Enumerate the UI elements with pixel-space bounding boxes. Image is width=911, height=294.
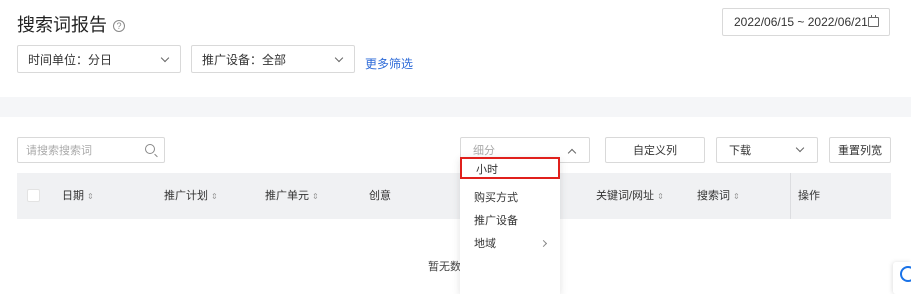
column-divider (790, 173, 791, 219)
customer-service-widget[interactable] (893, 262, 911, 294)
chevron-up-icon (567, 148, 577, 158)
custom-columns-button[interactable]: 自定义列 (605, 137, 705, 163)
menu-item-hour[interactable]: 小时 (460, 157, 560, 179)
column-header-date[interactable]: 日期 ⇕ (62, 173, 94, 219)
download-label: 下载 (729, 145, 751, 157)
segment-select-label: 细分 (473, 145, 495, 157)
search-placeholder: 请搜索搜索词 (26, 145, 92, 157)
time-unit-select[interactable]: 时间单位：分日 (17, 45, 181, 73)
column-header-actions: 操作 (798, 190, 820, 202)
reset-width-button[interactable]: 重置列宽 (829, 137, 891, 163)
sort-icon[interactable]: ⇕ (211, 192, 218, 201)
page-title: 搜索词报告 ? (17, 11, 125, 37)
sort-icon[interactable]: ⇕ (87, 192, 94, 201)
chevron-down-icon (334, 53, 344, 63)
column-header-plan[interactable]: 推广计划 ⇕ (164, 173, 218, 219)
section-divider-band (0, 97, 911, 117)
chevron-down-icon (160, 53, 170, 63)
date-range-picker[interactable]: 2022/06/15 ~ 2022/06/21 (722, 8, 890, 36)
menu-item-purchase-method[interactable]: 购买方式 (460, 187, 560, 209)
menu-item-region[interactable]: 地域 (460, 233, 560, 255)
date-range-value: 2022/06/15 ~ 2022/06/21 (734, 15, 868, 29)
device-select[interactable]: 推广设备：全部 (191, 45, 355, 73)
reset-width-label: 重置列宽 (838, 145, 882, 157)
more-filters-link[interactable]: 更多筛选 (365, 55, 413, 72)
table-header: 日期 ⇕ 推广计划 ⇕ 推广单元 ⇕ 创意 关键词/网址 ⇕ 搜索词 ⇕ 操作 (17, 173, 891, 219)
chevron-down-icon (795, 143, 805, 153)
device-select-value: 推广设备：全部 (202, 52, 287, 67)
column-header-search-term[interactable]: 搜索词 ⇕ (697, 173, 740, 219)
calendar-icon (868, 15, 879, 27)
column-header-unit[interactable]: 推广单元 ⇕ (265, 173, 319, 219)
download-button[interactable]: 下载 (716, 137, 818, 163)
chevron-right-icon (539, 239, 548, 248)
custom-columns-label: 自定义列 (633, 145, 677, 157)
help-icon[interactable]: ? (113, 19, 125, 32)
page-title-text: 搜索词报告 (17, 15, 107, 35)
select-all-checkbox[interactable] (27, 189, 40, 202)
time-unit-select-value: 时间单位：分日 (28, 52, 113, 67)
menu-item-device[interactable]: 推广设备 (460, 210, 560, 232)
sort-icon[interactable]: ⇕ (657, 192, 664, 201)
column-header-keyword[interactable]: 关键词/网址 ⇕ (596, 173, 664, 219)
search-icon[interactable] (145, 144, 155, 154)
sort-icon[interactable]: ⇕ (312, 192, 319, 201)
empty-state-text: 暂无数 (428, 261, 461, 273)
menu-item-region-label: 地域 (474, 238, 496, 250)
search-input[interactable]: 请搜索搜索词 (17, 137, 165, 163)
segment-dropdown-menu: 小时 购买方式 推广设备 地域 (460, 157, 560, 294)
column-header-creative: 创意 (369, 190, 391, 202)
sort-icon[interactable]: ⇕ (733, 192, 740, 201)
